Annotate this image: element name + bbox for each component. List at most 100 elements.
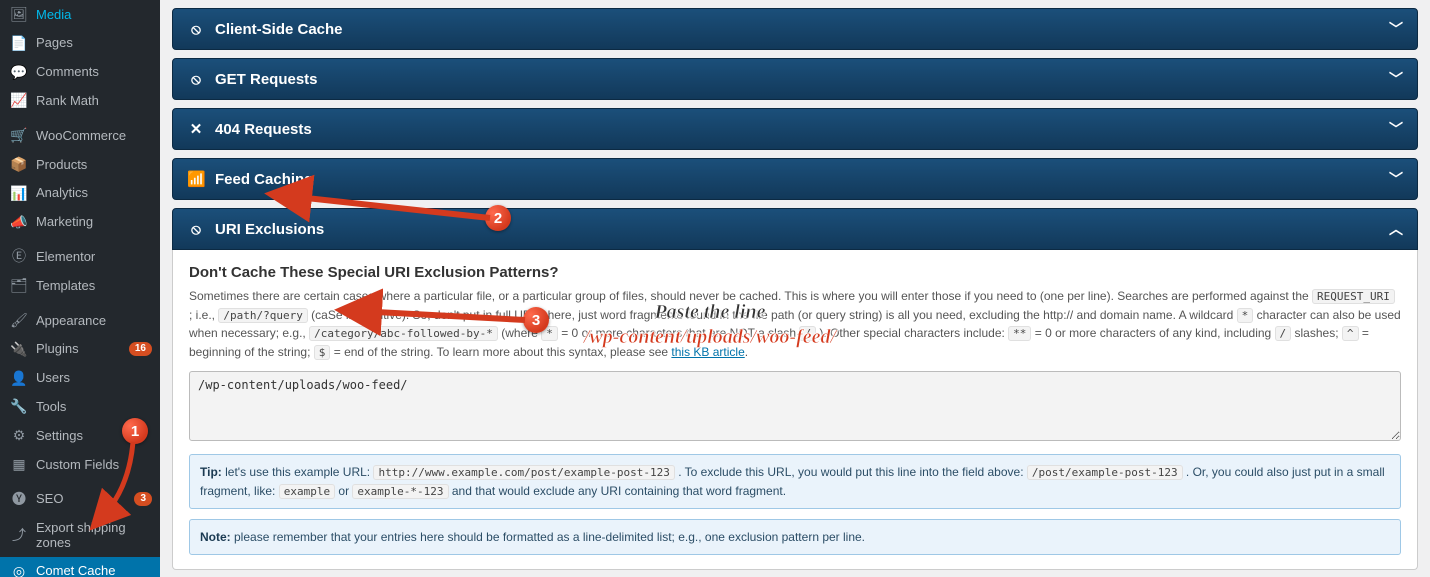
panel-404-requests[interactable]: ✕ 404 Requests ﹀	[172, 108, 1418, 150]
sidebar-item-rank-math[interactable]: 📈 Rank Math	[0, 86, 160, 115]
tip-label: Tip:	[200, 465, 222, 479]
code-double-star: **	[1008, 326, 1031, 341]
appearance-icon: 🖌	[10, 312, 28, 329]
sidebar-item-elementor[interactable]: Ⓔ Elementor	[0, 242, 160, 271]
rss-icon: 📶	[187, 170, 205, 188]
seo-badge: 3	[134, 492, 152, 506]
prohibit-icon: ⦸	[187, 71, 205, 88]
panel-title: Client-Side Cache	[215, 21, 343, 38]
code-tip-url: http://www.example.com/post/example-post…	[373, 465, 674, 480]
sidebar-item-label: Rank Math	[36, 93, 152, 109]
plugins-icon: 🔌	[10, 341, 28, 358]
sidebar-item-label: Analytics	[36, 185, 152, 201]
code-tip-example2: example-*-123	[352, 484, 448, 499]
code-tip-path: /post/example-post-123	[1027, 465, 1183, 480]
sidebar-item-users[interactable]: 👤 Users	[0, 364, 160, 393]
uri-exclusions-description: Sometimes there are certain cases where …	[189, 287, 1401, 361]
analytics-icon: 📊	[10, 185, 28, 202]
code-slash: /	[799, 326, 816, 341]
panel-uri-exclusions-body: Don't Cache These Special URI Exclusion …	[172, 250, 1418, 570]
sidebar-item-label: WooCommerce	[36, 128, 152, 144]
users-icon: 👤	[10, 370, 28, 387]
comments-icon: 💬	[10, 64, 28, 81]
sidebar-item-pages[interactable]: 📄 Pages	[0, 29, 160, 58]
sidebar-item-label: Export shipping zones	[36, 520, 152, 551]
chevron-up-icon: ︿	[1389, 219, 1403, 239]
rank-math-icon: 📈	[10, 92, 28, 109]
templates-icon: 🗂	[10, 277, 28, 294]
panel-client-side-cache[interactable]: ⦸ Client-Side Cache ﹀	[172, 8, 1418, 50]
wp-admin-sidebar: 🖼 Media 📄 Pages 💬 Comments 📈 Rank Math 🛒…	[0, 0, 160, 577]
code-dollar: $	[314, 345, 331, 360]
code-request-uri: REQUEST_URI	[1312, 289, 1395, 304]
comet-cache-icon: ◎	[10, 563, 28, 577]
sidebar-item-comet-cache[interactable]: ◎ Comet Cache	[0, 557, 160, 577]
panel-feed-caching[interactable]: 📶 Feed Caching ﹀	[172, 158, 1418, 200]
code-star: *	[1237, 308, 1254, 323]
custom-fields-icon: ▦	[10, 456, 28, 473]
sidebar-item-templates[interactable]: 🗂 Templates	[0, 271, 160, 300]
sidebar-item-media[interactable]: 🖼 Media	[0, 0, 160, 29]
sidebar-item-label: Products	[36, 157, 152, 173]
plugins-update-badge: 16	[129, 342, 152, 356]
media-icon: 🖼	[10, 6, 28, 23]
export-icon: ⤴	[10, 527, 28, 544]
code-slash: /	[1275, 326, 1292, 341]
sidebar-item-custom-fields[interactable]: ▦ Custom Fields	[0, 450, 160, 479]
code-star: *	[541, 326, 558, 341]
sidebar-item-settings[interactable]: ⚙ Settings	[0, 421, 160, 450]
panel-get-requests[interactable]: ⦸ GET Requests ﹀	[172, 58, 1418, 100]
uri-exclusions-textarea[interactable]	[189, 371, 1401, 441]
sidebar-item-label: Plugins	[36, 341, 121, 357]
sidebar-item-label: Pages	[36, 35, 152, 51]
sidebar-item-woocommerce[interactable]: 🛒 WooCommerce	[0, 121, 160, 150]
sidebar-item-label: Users	[36, 370, 152, 386]
sidebar-item-label: Appearance	[36, 313, 152, 329]
sidebar-item-products[interactable]: 📦 Products	[0, 150, 160, 179]
tools-icon: 🔧	[10, 398, 28, 415]
broken-link-icon: ✕	[187, 120, 205, 138]
code-caret: ^	[1342, 326, 1359, 341]
prohibit-icon: ⦸	[187, 21, 205, 38]
settings-icon: ⚙	[10, 427, 28, 444]
sidebar-item-label: Comet Cache	[36, 563, 152, 577]
panel-title: Feed Caching	[215, 171, 313, 188]
sidebar-item-label: Custom Fields	[36, 457, 152, 473]
sidebar-item-label: Media	[36, 7, 152, 23]
sidebar-item-plugins[interactable]: 🔌 Plugins 16	[0, 335, 160, 364]
code-tip-example: example	[279, 484, 335, 499]
panel-uri-exclusions[interactable]: ⦸ URI Exclusions ︿	[172, 208, 1418, 250]
chevron-down-icon: ﹀	[1389, 69, 1403, 89]
seo-icon: 🅨	[10, 491, 28, 508]
uri-exclusions-tip: Tip: let's use this example URL: http://…	[189, 454, 1401, 509]
sidebar-item-appearance[interactable]: 🖌 Appearance	[0, 306, 160, 335]
note-label: Note:	[200, 530, 231, 544]
chevron-down-icon: ﹀	[1389, 119, 1403, 139]
sidebar-item-label: Settings	[36, 428, 152, 444]
panel-title: GET Requests	[215, 71, 318, 88]
sidebar-item-label: Marketing	[36, 214, 152, 230]
sidebar-item-seo[interactable]: 🅨 SEO 3	[0, 485, 160, 514]
sidebar-item-comments[interactable]: 💬 Comments	[0, 58, 160, 87]
panel-title: 404 Requests	[215, 121, 312, 138]
uri-exclusions-heading: Don't Cache These Special URI Exclusion …	[189, 264, 1401, 281]
sidebar-item-label: Templates	[36, 278, 152, 294]
sidebar-item-analytics[interactable]: 📊 Analytics	[0, 179, 160, 208]
settings-main: ⦸ Client-Side Cache ﹀ ⦸ GET Requests ﹀ ✕…	[160, 0, 1430, 577]
chevron-down-icon: ﹀	[1389, 19, 1403, 39]
panel-title: URI Exclusions	[215, 221, 324, 238]
code-category-example: /category/abc-followed-by-*	[309, 326, 498, 341]
sidebar-item-tools[interactable]: 🔧 Tools	[0, 392, 160, 421]
sidebar-item-label: Elementor	[36, 249, 152, 265]
sidebar-item-label: Comments	[36, 64, 152, 80]
sidebar-item-marketing[interactable]: 📣 Marketing	[0, 208, 160, 237]
woocommerce-icon: 🛒	[10, 127, 28, 144]
sidebar-item-label: SEO	[36, 491, 126, 507]
sidebar-item-export-shipping-zones[interactable]: ⤴ Export shipping zones	[0, 514, 160, 557]
products-icon: 📦	[10, 156, 28, 173]
marketing-icon: 📣	[10, 214, 28, 231]
code-path-example: /path/?query	[218, 308, 307, 323]
kb-article-link[interactable]: this KB article	[671, 345, 744, 359]
elementor-icon: Ⓔ	[10, 248, 28, 265]
sidebar-item-label: Tools	[36, 399, 152, 415]
